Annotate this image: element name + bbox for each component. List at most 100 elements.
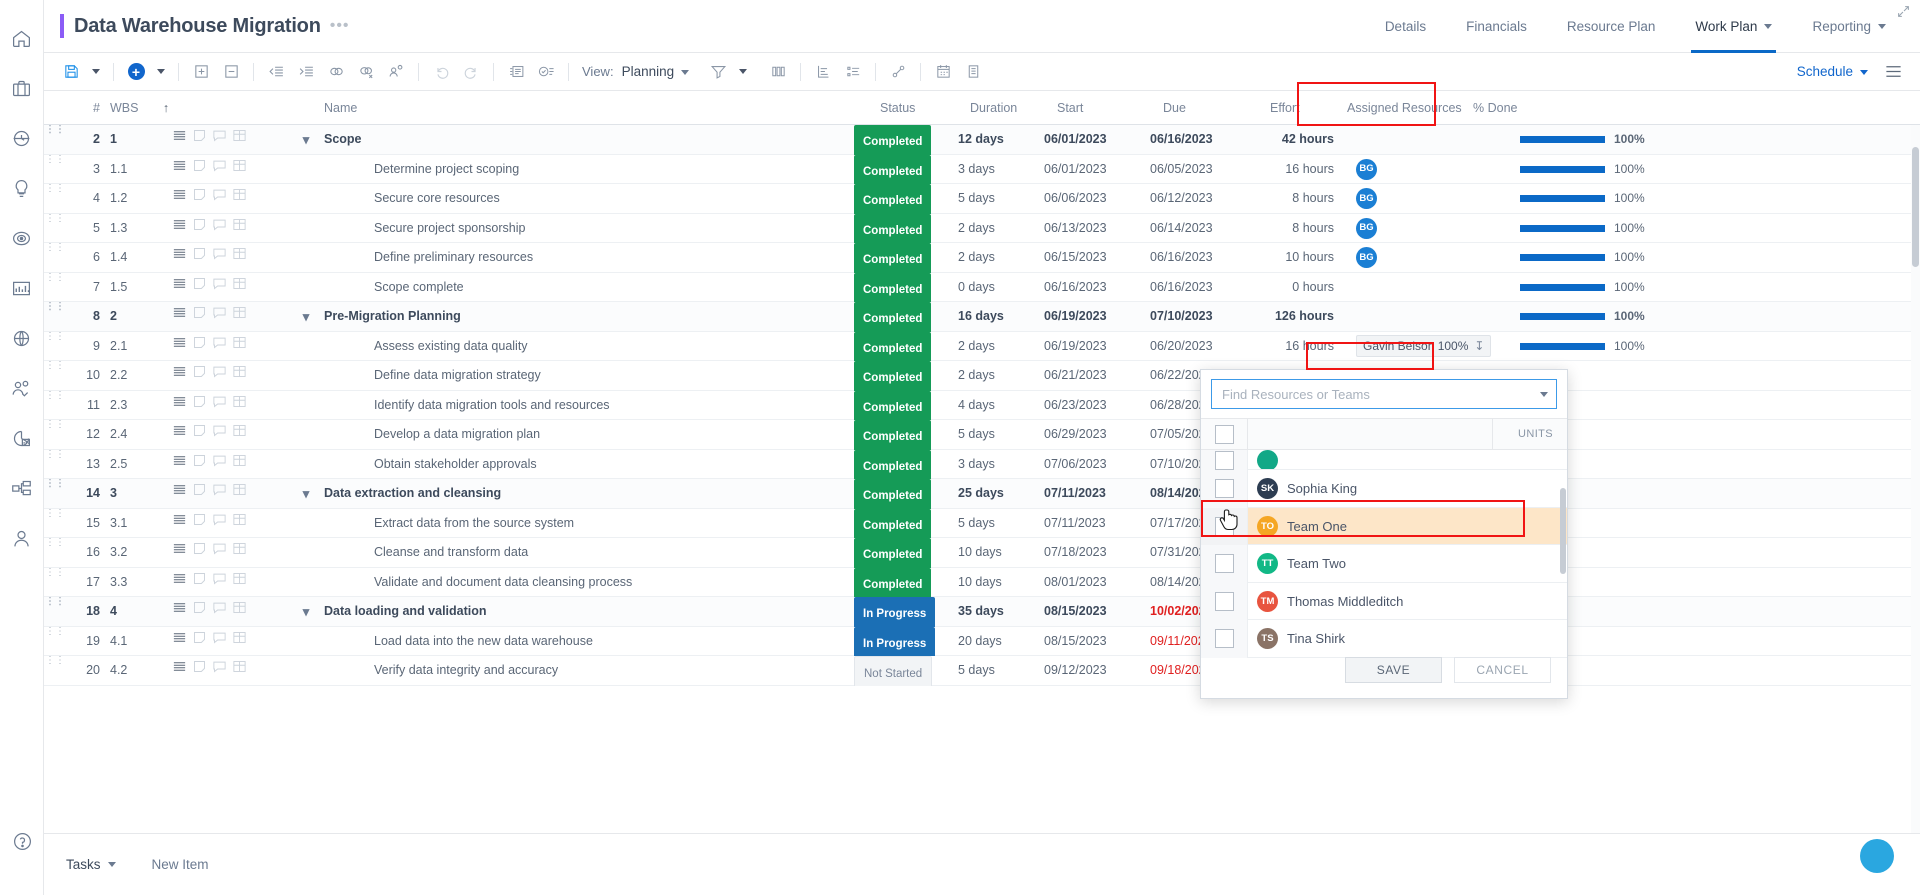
table-row[interactable]: ⋮⋮ 19 4.1 Load data into the new data wareh… <box>44 626 1920 657</box>
comment-icon[interactable] <box>212 184 227 214</box>
row-menu-icon[interactable] <box>172 509 187 539</box>
comment-icon[interactable] <box>212 243 227 273</box>
row-expand-chevron[interactable]: ▾ <box>292 479 320 509</box>
chevron-down-icon[interactable]: ▾ <box>303 486 310 501</box>
row-assigned-resources[interactable] <box>1356 302 1511 332</box>
resource-list[interactable]: SK Sophia King TO Team One TT Team Two TM Thoma… <box>1201 450 1567 662</box>
row-drag-handle[interactable]: ⋮⋮ <box>44 391 66 421</box>
row-drag-handle[interactable]: ⋮⋮ <box>44 361 66 391</box>
link-icon[interactable] <box>321 57 351 87</box>
redo-icon[interactable] <box>456 57 486 87</box>
outdent-icon[interactable] <box>261 57 291 87</box>
resource-list-item[interactable]: TM Thomas Middleditch <box>1201 582 1567 620</box>
search-input[interactable] <box>1222 386 1546 402</box>
clock-icon[interactable] <box>0 114 44 162</box>
tab-reporting[interactable]: Reporting <box>1792 0 1906 53</box>
resource-checkbox-cell[interactable] <box>1201 507 1247 545</box>
row-drag-handle[interactable]: ⋮⋮ <box>44 656 66 686</box>
table-row[interactable]: ⋮⋮ 14 3 ▾ Data extraction and cleansing Compl… <box>44 479 1920 509</box>
table-row[interactable]: ⋮⋮ 2 1 ▾ Scope Completed 12 days 06/01/2023 06/1… <box>44 125 1920 155</box>
collapse-all-icon[interactable] <box>216 57 246 87</box>
resource-checkbox[interactable] <box>1214 450 1234 470</box>
resource-list-item[interactable]: TT Team Two <box>1201 545 1567 583</box>
note-icon[interactable] <box>192 627 207 657</box>
row-menu-icon[interactable] <box>172 568 187 598</box>
detail-panel-icon[interactable] <box>232 627 247 657</box>
table-row[interactable]: ⋮⋮ 10 2.2 Define data migration strategy Com… <box>44 361 1920 391</box>
resource-checkbox-cell[interactable] <box>1201 545 1247 583</box>
comment-icon[interactable] <box>212 597 227 627</box>
grid-vertical-scrollbar[interactable] <box>1911 125 1920 833</box>
table-row[interactable]: ⋮⋮ 20 4.2 Verify data integrity and accurac… <box>44 656 1920 686</box>
col-header-status[interactable]: Status <box>880 91 984 125</box>
comment-icon[interactable] <box>212 155 227 185</box>
checklist-icon[interactable] <box>531 57 561 87</box>
detail-panel-icon[interactable] <box>232 125 247 155</box>
comment-icon[interactable] <box>212 479 227 509</box>
comment-icon[interactable] <box>212 538 227 568</box>
view-selector[interactable]: Planning <box>622 64 690 79</box>
table-row[interactable]: ⋮⋮ 4 1.2 Secure core resources Completed 5 da… <box>44 184 1920 214</box>
resource-checkbox-cell[interactable] <box>1201 470 1247 508</box>
detail-panel-icon[interactable] <box>232 332 247 362</box>
detail-panel-icon[interactable] <box>232 273 247 303</box>
note-icon[interactable] <box>192 302 207 332</box>
detail-panel-icon[interactable] <box>232 184 247 214</box>
col-header-percent-done[interactable]: % Done <box>1473 91 1563 125</box>
row-expand-chevron[interactable]: ▾ <box>292 597 320 627</box>
comment-icon[interactable] <box>212 214 227 244</box>
chevron-down-icon[interactable]: ▾ <box>303 132 310 147</box>
table-row[interactable]: ⋮⋮ 18 4 ▾ Data loading and validation In Prog… <box>44 597 1920 627</box>
comment-icon[interactable] <box>212 568 227 598</box>
note-icon[interactable] <box>192 420 207 450</box>
detail-panel-icon[interactable] <box>232 391 247 421</box>
tab-resource-plan[interactable]: Resource Plan <box>1547 0 1676 53</box>
comment-icon[interactable] <box>212 273 227 303</box>
download-icon[interactable]: ↧ <box>1474 332 1484 362</box>
tasks-dropdown[interactable]: Tasks <box>66 857 116 872</box>
note-icon[interactable] <box>192 332 207 362</box>
row-drag-handle[interactable]: ⋮⋮ <box>44 450 66 480</box>
note-icon[interactable] <box>192 214 207 244</box>
resource-checkbox[interactable] <box>1214 591 1234 611</box>
detail-panel-icon[interactable] <box>232 155 247 185</box>
note-icon[interactable] <box>192 597 207 627</box>
group-icon[interactable] <box>838 57 868 87</box>
comment-icon[interactable] <box>212 450 227 480</box>
row-assigned-resources[interactable] <box>1356 125 1511 155</box>
table-row[interactable]: ⋮⋮ 8 2 ▾ Pre-Migration Planning Completed 16 d… <box>44 302 1920 332</box>
row-drag-handle[interactable]: ⋮⋮ <box>44 568 66 598</box>
undo-icon[interactable] <box>426 57 456 87</box>
row-menu-icon[interactable] <box>172 361 187 391</box>
resource-checkbox-cell[interactable] <box>1201 582 1247 620</box>
save-button[interactable]: SAVE <box>1345 657 1442 683</box>
unlink-icon[interactable] <box>351 57 381 87</box>
filter-icon[interactable] <box>703 57 733 87</box>
col-header-name[interactable]: Name <box>324 91 524 125</box>
detail-panel-icon[interactable] <box>232 538 247 568</box>
row-drag-handle[interactable]: ⋮⋮ <box>44 509 66 539</box>
row-drag-handle[interactable]: ⋮⋮ <box>44 597 66 627</box>
people-check-icon[interactable] <box>0 364 44 412</box>
note-icon[interactable] <box>192 391 207 421</box>
task-grid[interactable]: ⋮⋮ 2 1 ▾ Scope Completed 12 days 06/01/2023 06/1… <box>44 125 1920 833</box>
row-drag-handle[interactable]: ⋮⋮ <box>44 332 66 362</box>
home-icon[interactable] <box>0 14 44 62</box>
resource-picker-panel[interactable]: UNITS SKSophia KingTOTeam OneTTTeam TwoT… <box>1200 369 1568 699</box>
row-drag-handle[interactable]: ⋮⋮ <box>44 155 66 185</box>
comment-icon[interactable] <box>212 302 227 332</box>
row-menu-icon[interactable] <box>172 155 187 185</box>
row-drag-handle[interactable]: ⋮⋮ <box>44 627 66 657</box>
help-icon[interactable] <box>0 817 44 865</box>
scrollbar-thumb[interactable] <box>1912 147 1919 267</box>
col-header-due[interactable]: Due <box>1163 91 1263 125</box>
detail-panel-icon[interactable] <box>232 420 247 450</box>
avatar[interactable]: BG <box>1356 158 1377 180</box>
row-drag-handle[interactable]: ⋮⋮ <box>44 243 66 273</box>
col-header-duration[interactable]: Duration <box>970 91 1050 125</box>
grid-icon[interactable] <box>958 57 988 87</box>
calendar-icon[interactable] <box>928 57 958 87</box>
assigned-resource-chip[interactable]: Gavin Belson 100% ↧ <box>1356 335 1492 358</box>
resource-search-box[interactable] <box>1211 379 1557 409</box>
detail-panel-icon[interactable] <box>232 214 247 244</box>
